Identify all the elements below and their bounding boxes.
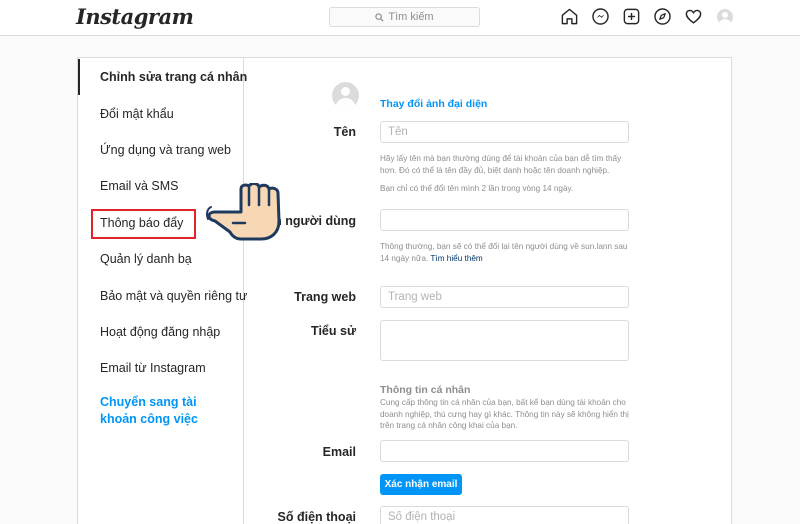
- top-nav-bar: Instagram Tìm kiếm: [0, 0, 800, 36]
- phone-input[interactable]: [380, 506, 629, 524]
- explore-icon[interactable]: [653, 7, 672, 26]
- username-help-body: Thông thường, bạn sẽ có thể đổi lại tên …: [380, 242, 628, 263]
- search-icon: [375, 12, 384, 22]
- instagram-logo[interactable]: Instagram: [76, 4, 194, 29]
- sidebar-item-change-password[interactable]: Đổi mật khẩu: [78, 96, 244, 132]
- settings-sidebar: Chỉnh sửa trang cá nhân Đổi mật khẩu Ứng…: [78, 58, 247, 524]
- pointing-hand-icon: [206, 183, 281, 241]
- bio-label: Tiểu sử: [311, 324, 356, 338]
- learn-more-link[interactable]: Tìm hiểu thêm: [430, 254, 482, 263]
- username-input[interactable]: [380, 209, 629, 231]
- sidebar-item-apps-websites[interactable]: Ứng dụng và trang web: [78, 132, 244, 168]
- website-input[interactable]: [380, 286, 629, 308]
- search-box[interactable]: Tìm kiếm: [329, 7, 480, 27]
- name-input[interactable]: [380, 121, 629, 143]
- phone-label: Số điện thoại: [277, 510, 356, 524]
- name-help-text: Hãy lấy tên mà bạn thường dùng để tài kh…: [380, 154, 622, 175]
- activity-heart-icon[interactable]: [684, 7, 703, 26]
- sidebar-item-privacy-security[interactable]: Bảo mật và quyền riêng tư: [78, 278, 247, 314]
- sidebar-item-edit-profile[interactable]: Chỉnh sửa trang cá nhân: [78, 59, 247, 95]
- search-placeholder: Tìm kiếm: [388, 11, 434, 23]
- new-post-icon[interactable]: [622, 7, 641, 26]
- email-label: Email: [322, 445, 356, 459]
- sidebar-item-manage-contacts[interactable]: Quản lý danh bạ: [78, 241, 244, 277]
- edit-profile-form: Thay đổi ảnh đại diện Tên Hãy lấy tên mà…: [244, 58, 731, 524]
- email-input[interactable]: [380, 440, 629, 462]
- name-change-limit-text: Bạn chỉ có thể đổi tên mình 2 lần trong …: [380, 184, 574, 193]
- profile-photo[interactable]: [332, 82, 359, 109]
- personal-info-title: Thông tin cá nhân: [380, 384, 471, 396]
- confirm-email-button[interactable]: Xác nhận email: [380, 474, 462, 495]
- sidebar-item-emails-from-instagram[interactable]: Email từ Instagram: [78, 350, 244, 386]
- highlight-box: [91, 209, 196, 239]
- switch-to-professional-link[interactable]: Chuyển sang tài khoản công việc: [78, 394, 228, 428]
- change-photo-link[interactable]: Thay đổi ảnh đại diện: [380, 98, 487, 110]
- messenger-icon[interactable]: [591, 7, 610, 26]
- personal-info-description: Cung cấp thông tin cá nhân của bạn, bất …: [380, 398, 629, 430]
- bio-textarea[interactable]: [380, 320, 629, 361]
- name-label: Tên: [333, 125, 356, 139]
- home-icon[interactable]: [560, 7, 579, 26]
- avatar-icon: [716, 9, 733, 25]
- settings-card: Chỉnh sửa trang cá nhân Đổi mật khẩu Ứng…: [77, 57, 732, 524]
- sidebar-item-login-activity[interactable]: Hoạt động đăng nhập: [78, 314, 244, 350]
- website-label: Trang web: [294, 290, 356, 304]
- nav-icons: [560, 7, 734, 26]
- username-help-text: Thông thường, bạn sẽ có thể đổi lại tên …: [380, 241, 630, 264]
- profile-avatar[interactable]: [715, 7, 734, 26]
